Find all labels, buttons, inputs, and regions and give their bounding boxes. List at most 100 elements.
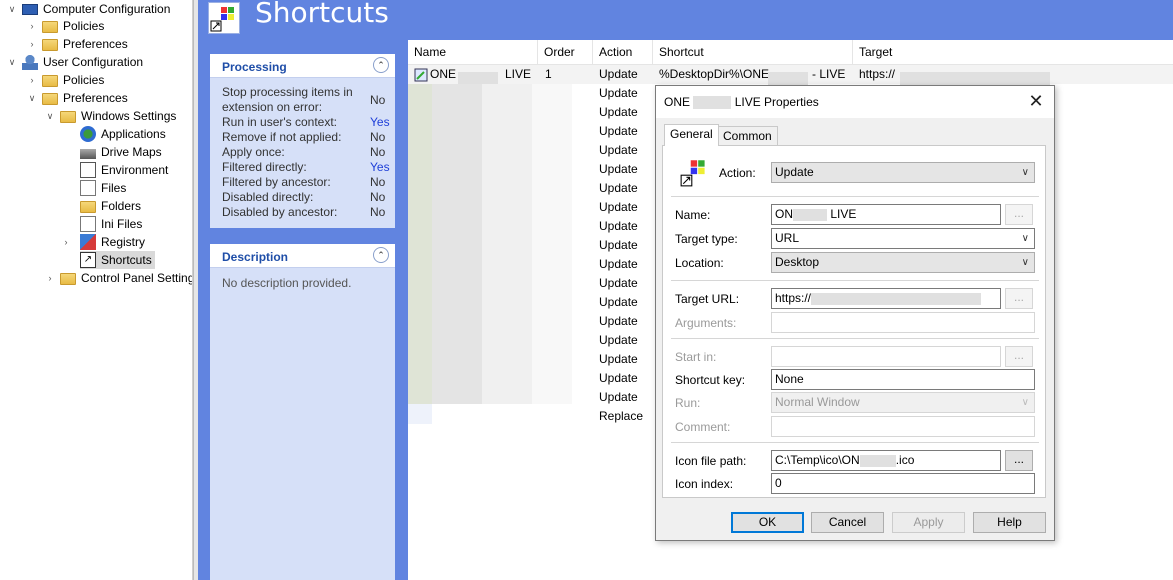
tree-item-drive-maps[interactable]: Drive Maps [64,143,162,161]
tree-item-cc-preferences[interactable]: › Preferences [26,35,128,53]
column-target[interactable]: Target [853,40,1053,65]
row-action: Replace [599,409,644,423]
tree-item-label: Computer Configuration [43,2,171,16]
dialog-title-prefix: ONE [664,95,691,109]
ok-button[interactable]: OK [731,512,804,533]
start-in-browse-button[interactable]: ... [1005,346,1033,367]
expand-arrow-icon[interactable]: › [26,17,38,35]
navigation-tree: ∨ Computer Configuration › Policies › Pr… [0,0,193,580]
tree-item-files[interactable]: Files [64,179,126,197]
processing-panel: Processing ⌃ Stop processing items in ex… [210,54,395,228]
start-in-field[interactable] [771,346,1001,367]
collapse-arrow-icon[interactable]: ∨ [26,89,38,107]
target-url-value: https:// [775,291,812,305]
tree-item-label: Registry [101,235,146,249]
collapse-arrow-icon[interactable]: ∨ [6,0,18,18]
tree-item-ini-files[interactable]: Ini Files [64,215,142,233]
expand-arrow-icon[interactable]: › [60,233,72,251]
tree-item-label: Applications [101,127,166,141]
tree-item-label: Preferences [63,91,128,105]
icon-path-prefix: C:\Temp\ico\ON [775,453,860,467]
tree-item-label: Policies [63,19,105,33]
column-order[interactable]: Order [538,40,593,65]
tree-item-windows-settings[interactable]: ∨ Windows Settings [44,107,176,125]
column-action[interactable]: Action [593,40,653,65]
row-action: Update [599,200,638,214]
run-select[interactable]: Normal Window ∨ [771,392,1035,413]
divider [671,280,1039,281]
redacted-block [859,454,896,467]
icon-index-label: Icon index: [675,477,734,491]
name-field-suffix: LIVE [830,207,857,221]
tree-item-uc-policies[interactable]: › Policies [26,71,104,89]
row-action: Update [599,295,638,309]
collapse-chevron-up-icon[interactable]: ⌃ [373,247,389,263]
icon-browse-button[interactable]: ... [1005,450,1033,471]
shortcut-key-field[interactable]: None [771,369,1035,390]
arguments-field[interactable] [771,312,1035,333]
collapse-arrow-icon[interactable]: ∨ [6,53,18,71]
processing-rows: Stop processing items in extension on er… [210,78,395,220]
location-select[interactable]: Desktop ∨ [771,252,1035,273]
url-shortcut-icon [414,65,428,84]
tree-item-folders[interactable]: Folders [64,197,141,215]
tree-item-label: Control Panel Setting [81,271,193,285]
name-field[interactable]: ON LIVE [771,204,1001,225]
applications-icon [80,126,96,142]
files-icon [80,180,96,196]
tree-item-label: Drive Maps [101,145,162,159]
tree-item-applications[interactable]: Applications [64,125,166,143]
collapse-chevron-up-icon[interactable]: ⌃ [373,57,389,73]
name-browse-button[interactable]: ... [1005,204,1033,225]
target-type-select[interactable]: URL ∨ [771,228,1035,249]
tree-item-shortcuts[interactable]: ↗ Shortcuts [80,251,155,269]
target-type-label: Target type: [675,232,738,246]
tree-item-uc-preferences[interactable]: ∨ Preferences [26,89,128,107]
expand-arrow-icon[interactable]: › [44,269,56,287]
table-row[interactable]: ONE LIVE 1 Update %DesktopDir%\ONE - LIV… [408,65,1173,86]
collapse-arrow-icon[interactable]: ∨ [44,107,56,125]
row-action: Update [599,67,638,81]
tree-item-user-configuration[interactable]: ∨ User Configuration [6,53,143,71]
action-label: Action: [719,166,756,180]
processing-title: Processing [222,60,287,74]
tab-general[interactable]: General [664,124,719,146]
row-action: Update [599,314,638,328]
column-shortcut[interactable]: Shortcut [653,40,853,65]
target-url-browse-button[interactable]: ... [1005,288,1033,309]
comment-field[interactable] [771,416,1035,437]
tree-item-environment[interactable]: Environment [64,161,168,179]
tree-item-label: Ini Files [101,217,143,231]
icon-index-field[interactable]: 0 [771,473,1035,494]
tab-common[interactable]: Common [717,126,778,146]
processing-row: Remove if not applied: No [222,130,386,144]
action-select[interactable]: Update ∨ [771,162,1035,183]
apply-button[interactable]: Apply [892,512,965,533]
tree-item-computer-configuration[interactable]: ∨ Computer Configuration [6,0,171,18]
redacted-block [693,96,732,110]
folder-icon [42,75,58,87]
icon-file-path-label: Icon file path: [675,454,747,468]
column-name[interactable]: Name [408,40,538,65]
row-action: Update [599,257,638,271]
drive-icon [80,148,96,159]
target-url-field[interactable]: https:// [771,288,1001,309]
help-button[interactable]: Help [973,512,1046,533]
tree-item-control-panel-settings[interactable]: › Control Panel Setting [44,269,193,287]
details-pane: Processing ⌃ Stop processing items in ex… [198,40,408,580]
processing-row: Run in user's context: Yes [222,115,390,129]
properties-dialog: ONE LIVE Properties ✕ General Common Act… [655,85,1055,541]
icon-file-path-field[interactable]: C:\Temp\ico\ON .ico [771,450,1001,471]
expand-arrow-icon[interactable]: › [26,71,38,89]
close-icon[interactable]: ✕ [1026,90,1046,112]
row-action: Update [599,276,638,290]
tree-item-registry[interactable]: › Registry [64,233,145,251]
dialog-titlebar[interactable]: ONE LIVE Properties ✕ [656,86,1054,118]
cancel-button[interactable]: Cancel [811,512,884,533]
expand-arrow-icon[interactable]: › [26,35,38,53]
tree-item-label: User Configuration [43,55,144,69]
chevron-down-icon: ∨ [1021,397,1029,408]
dialog-title: ONE LIVE Properties [664,95,819,110]
tree-item-label: Environment [101,163,169,177]
tree-item-cc-policies[interactable]: › Policies [26,17,104,35]
